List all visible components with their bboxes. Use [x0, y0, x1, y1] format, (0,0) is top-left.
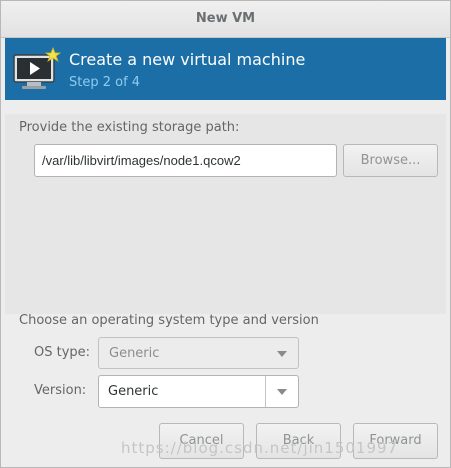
chevron-down-icon[interactable]	[277, 389, 287, 395]
combo-divider	[265, 376, 266, 407]
version-value: Generic	[108, 384, 159, 399]
new-vm-dialog: New VM Create a new virtual machine Step…	[0, 0, 451, 468]
os-section-label: Choose an operating system type and vers…	[19, 313, 319, 328]
header-banner: Create a new virtual machine Step 2 of 4	[5, 38, 446, 100]
watermark: https://blog.csdn.net/jin1501997	[121, 439, 399, 457]
storage-path-input[interactable]	[34, 144, 337, 177]
version-combo[interactable]: Generic	[98, 375, 299, 408]
os-type-select[interactable]: Generic	[98, 337, 299, 369]
chevron-down-icon	[277, 351, 287, 357]
os-type-label: OS type:	[34, 345, 91, 360]
version-label: Version:	[34, 383, 87, 398]
os-type-value: Generic	[109, 346, 160, 361]
storage-path-label: Provide the existing storage path:	[19, 120, 240, 135]
title-bar[interactable]: New VM	[1, 1, 450, 38]
wizard-title: Create a new virtual machine	[69, 50, 306, 69]
window-title: New VM	[195, 11, 256, 26]
browse-button[interactable]: Browse...	[343, 144, 438, 177]
wizard-step-indicator: Step 2 of 4	[69, 75, 141, 90]
virtual-machine-monitor-icon	[13, 47, 61, 89]
